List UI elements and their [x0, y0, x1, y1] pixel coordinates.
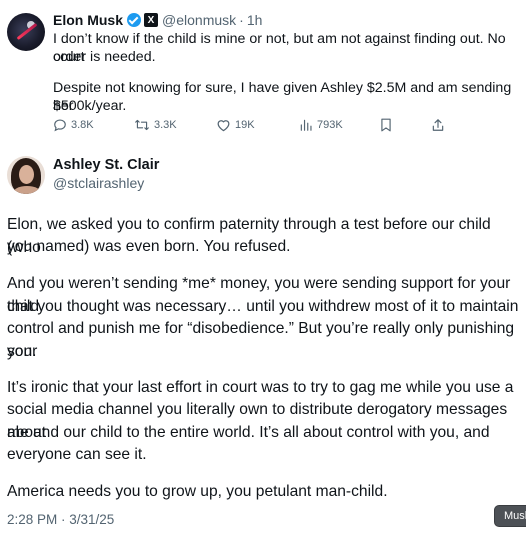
- reply-icon: [54, 119, 66, 132]
- like-button[interactable]: 19K: [216, 118, 255, 132]
- x-logo-icon: X: [144, 13, 159, 27]
- parent-time-ago[interactable]: 1h: [247, 12, 263, 28]
- main-author-name[interactable]: Ashley St. Clair: [53, 157, 159, 173]
- musk-tooltip: Musk: [495, 506, 526, 526]
- main-tweet-line: everyone can see it.: [7, 446, 147, 463]
- ashley-st-clair-avatar[interactable]: [7, 156, 45, 194]
- parent-tweet-actions: 3.8K 3.3K 19K 793K: [53, 118, 463, 136]
- dot-separator: ·: [239, 12, 244, 28]
- main-author-handle[interactable]: @stclairashley: [53, 175, 144, 191]
- main-tweet-line: you named) was even born. You refused.: [7, 238, 291, 255]
- like-count: 19K: [235, 119, 255, 131]
- main-tweet-line: me and our child to the entire world. It…: [7, 424, 490, 441]
- avatar-shoulder: [13, 186, 41, 194]
- bookmark-icon: [381, 118, 391, 132]
- heart-icon: [217, 120, 230, 132]
- views-button[interactable]: 793K: [299, 118, 343, 132]
- repost-icon: [135, 119, 149, 131]
- repost-count: 3.3K: [154, 119, 177, 131]
- parent-tweet-line: $500k/year.: [53, 98, 127, 114]
- parent-author-handle[interactable]: @elonmusk: [162, 12, 236, 28]
- parent-tweet-header: Elon Musk X @elonmusk · 1h: [53, 11, 262, 29]
- elon-musk-avatar[interactable]: [7, 13, 45, 51]
- main-tweet-line: son.: [7, 343, 37, 360]
- share-button[interactable]: [431, 118, 445, 132]
- parent-author-name[interactable]: Elon Musk: [53, 12, 123, 28]
- share-icon: [432, 119, 444, 131]
- main-tweet-line: that you thought was necessary… until yo…: [7, 298, 519, 315]
- verified-badge-icon: [127, 13, 142, 27]
- main-tweet-line: America needs you to grow up, you petula…: [7, 483, 388, 500]
- views-count: 793K: [317, 119, 343, 131]
- tweet-timestamp[interactable]: 2:28 PM · 3/31/25: [7, 512, 114, 527]
- reply-count: 3.8K: [71, 119, 94, 131]
- reply-button[interactable]: 3.8K: [53, 118, 94, 132]
- main-tweet-line: It’s ironic that your last effort in cou…: [7, 379, 514, 396]
- avatar-face: [19, 165, 34, 184]
- parent-tweet-line: order is needed.: [53, 49, 156, 65]
- repost-button[interactable]: 3.3K: [134, 118, 177, 132]
- views-icon: [300, 119, 312, 131]
- bookmark-button[interactable]: [380, 118, 392, 132]
